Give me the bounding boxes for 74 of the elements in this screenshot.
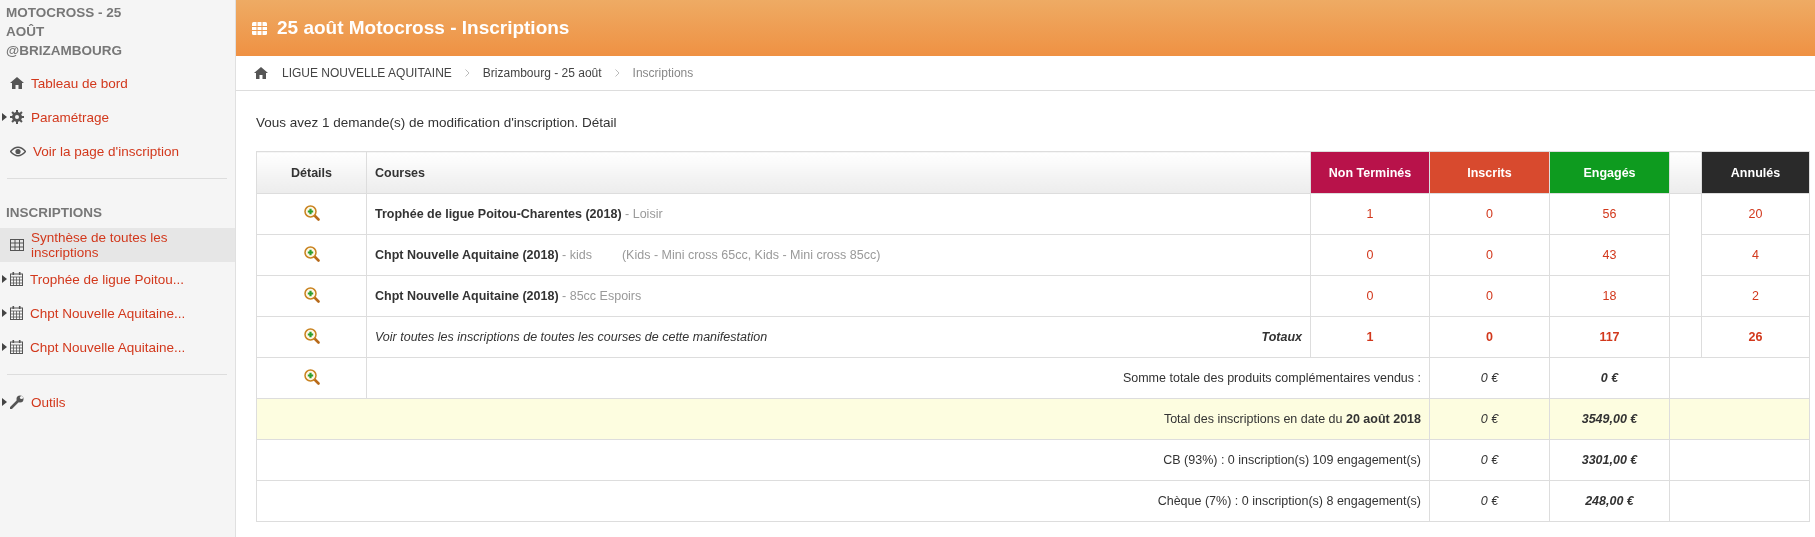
column-header: Engagés bbox=[1549, 151, 1670, 194]
all-registrations-link[interactable]: Voir toutes les inscriptions de toutes les courses de cette manifestation bbox=[375, 330, 768, 344]
page-title: 25 août Motocross - Inscriptions bbox=[277, 17, 570, 39]
table-cell: 0 € bbox=[1429, 439, 1550, 481]
table-cell: 2 bbox=[1701, 275, 1810, 317]
table-cell: 0 bbox=[1429, 275, 1550, 317]
zoom-in-icon[interactable] bbox=[303, 245, 320, 262]
chevron-icon bbox=[614, 69, 620, 77]
table-cell: 1 bbox=[1310, 193, 1430, 235]
table-cell: Total des inscriptions en date du 20 août 2018 bbox=[256, 398, 1430, 440]
breadcrumb-item[interactable]: LIGUE NOUVELLE AQUITAINE bbox=[282, 66, 452, 80]
sidebar-item[interactable]: Synthèse de toutes les inscriptions bbox=[0, 228, 235, 262]
totals-label: Totaux bbox=[1261, 330, 1302, 344]
table-cell: 3549,00 € bbox=[1549, 398, 1670, 440]
column-header: Non Terminés bbox=[1310, 151, 1430, 194]
sidebar-item[interactable]: Chpt Nouvelle Aquitaine... bbox=[0, 296, 235, 330]
caret-icon bbox=[2, 343, 7, 351]
table-cell: 0 € bbox=[1549, 357, 1670, 399]
table-cell: Somme totale des produits complémentaires vendus : bbox=[366, 357, 1430, 399]
zoom-in-icon[interactable] bbox=[303, 327, 320, 344]
table-cell: 0 bbox=[1429, 234, 1550, 276]
column-header: Annulés bbox=[1701, 151, 1810, 194]
caret-icon bbox=[2, 398, 7, 406]
calendar-icon bbox=[10, 340, 23, 354]
sidebar-item[interactable]: Paramétrage bbox=[0, 100, 235, 134]
table-cell: 0 € bbox=[1429, 398, 1550, 440]
table-cell: 56 bbox=[1549, 193, 1670, 235]
table-cell: 0 bbox=[1310, 234, 1430, 276]
notice-text: Vous avez 1 demande(s) de modification d'inscription. Détail bbox=[255, 114, 618, 132]
table-cell: 26 bbox=[1701, 316, 1810, 358]
sidebar-item[interactable]: Trophée de ligue Poitou... bbox=[0, 262, 235, 296]
sidebar-item[interactable]: Chpt Nouvelle Aquitaine... bbox=[0, 330, 235, 364]
table-cell: 20 bbox=[1701, 193, 1810, 235]
table-cell: 0 € bbox=[1429, 357, 1550, 399]
table-cell: Chèque (7%) : 0 inscription(s) 8 engagement(s) bbox=[256, 480, 1430, 522]
breadcrumb-item[interactable]: Brizambourg - 25 août bbox=[482, 66, 602, 80]
section-heading: INSCRIPTIONS bbox=[5, 204, 103, 222]
table-cell: 248,00 € bbox=[1549, 480, 1670, 522]
table-cell: Chpt Nouvelle Aquitaine (2018) - 85cc Espoirs bbox=[366, 275, 1311, 317]
home-icon bbox=[10, 77, 24, 89]
wrench-icon bbox=[10, 395, 24, 409]
column-header: Inscrits bbox=[1429, 151, 1550, 194]
table-cell: 4 bbox=[1701, 234, 1810, 276]
caret-icon bbox=[2, 275, 7, 283]
sidebar-item[interactable]: Outils bbox=[0, 385, 235, 419]
gear-icon bbox=[10, 110, 24, 124]
sidebar-item[interactable]: Tableau de bord bbox=[0, 66, 235, 100]
table-icon bbox=[10, 239, 24, 251]
caret-icon bbox=[2, 309, 7, 317]
calendar-icon bbox=[10, 306, 23, 320]
sidebar-title: MOTOCROSS - 25 AOÛT @BRIZAMBOURG bbox=[5, 4, 123, 60]
table-cell: 0 bbox=[1429, 193, 1550, 235]
breadcrumb-item: Inscriptions bbox=[632, 66, 694, 80]
home-icon bbox=[254, 67, 268, 79]
table-cell: 0 bbox=[1429, 316, 1550, 358]
zoom-in-icon[interactable] bbox=[303, 286, 320, 303]
column-header: Détails bbox=[256, 151, 367, 194]
table-cell: Chpt Nouvelle Aquitaine (2018) - kids (Kids - Mini cross 65cc, Kids - Mini cross 85cc) bbox=[366, 234, 1311, 276]
table-cell: 3301,00 € bbox=[1549, 439, 1670, 481]
column-header: Courses bbox=[366, 151, 1311, 194]
eye-icon bbox=[10, 145, 26, 157]
chevron-icon bbox=[464, 69, 470, 77]
table-icon bbox=[252, 21, 267, 35]
table-cell: Trophée de ligue Poitou-Charentes (2018) - Loisir bbox=[366, 193, 1311, 235]
table-cell: 0 € bbox=[1429, 480, 1550, 522]
table-cell: 117 bbox=[1549, 316, 1670, 358]
table-cell: 0 bbox=[1310, 275, 1430, 317]
zoom-in-icon[interactable] bbox=[303, 368, 320, 385]
table-cell: CB (93%) : 0 inscription(s) 109 engagement(s) bbox=[256, 439, 1430, 481]
sidebar-item[interactable]: Voir la page d'inscription bbox=[0, 134, 235, 168]
table-cell: 1 bbox=[1310, 316, 1430, 358]
caret-icon bbox=[2, 113, 7, 121]
calendar-icon bbox=[10, 272, 23, 286]
zoom-in-icon[interactable] bbox=[303, 204, 320, 221]
